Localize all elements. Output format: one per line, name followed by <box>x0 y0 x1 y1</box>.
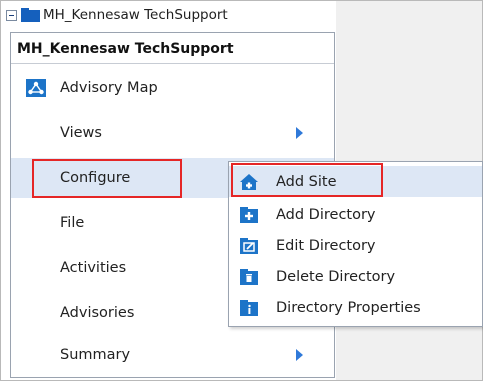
menu-item-label: Summary <box>60 347 131 363</box>
menu-item-summary[interactable]: Summary <box>11 335 334 375</box>
menu-item-label: File <box>60 215 85 231</box>
submenu-item-label: Delete Directory <box>276 268 396 285</box>
menu-item-advisory-map[interactable]: Advisory Map <box>11 68 334 108</box>
submenu-item-edit-directory[interactable]: Edit Directory <box>229 230 482 261</box>
menu-item-views[interactable]: Views <box>11 113 334 153</box>
directory-properties-icon <box>239 299 259 317</box>
submenu-arrow-icon <box>296 349 303 361</box>
tree-node-label[interactable]: MH_Kennesaw TechSupport <box>43 7 228 23</box>
edit-directory-icon <box>239 237 259 255</box>
map-icon <box>26 79 46 97</box>
context-menu-header: MH_Kennesaw TechSupport <box>17 41 234 57</box>
add-directory-icon <box>239 206 259 224</box>
annotation-highlight-configure <box>32 159 182 198</box>
menu-item-label: Views <box>60 125 102 141</box>
annotation-highlight-add-site <box>231 163 383 197</box>
menu-item-label: Advisories <box>60 305 135 321</box>
submenu-item-add-directory[interactable]: Add Directory <box>229 199 482 230</box>
delete-directory-icon <box>239 268 259 286</box>
submenu-arrow-icon <box>296 127 303 139</box>
menu-item-label: Advisory Map <box>60 80 158 96</box>
menu-divider <box>11 63 334 64</box>
submenu-item-delete-directory[interactable]: Delete Directory <box>229 261 482 292</box>
menu-item-label: Activities <box>60 260 127 276</box>
submenu-item-label: Edit Directory <box>276 237 376 254</box>
collapse-icon[interactable] <box>6 9 17 21</box>
submenu-item-label: Add Directory <box>276 206 376 223</box>
submenu-item-label: Directory Properties <box>276 299 421 316</box>
tree-node-root[interactable]: MH_Kennesaw TechSupport <box>6 4 228 26</box>
submenu-item-directory-properties[interactable]: Directory Properties <box>229 292 482 323</box>
folder-icon <box>21 8 40 22</box>
